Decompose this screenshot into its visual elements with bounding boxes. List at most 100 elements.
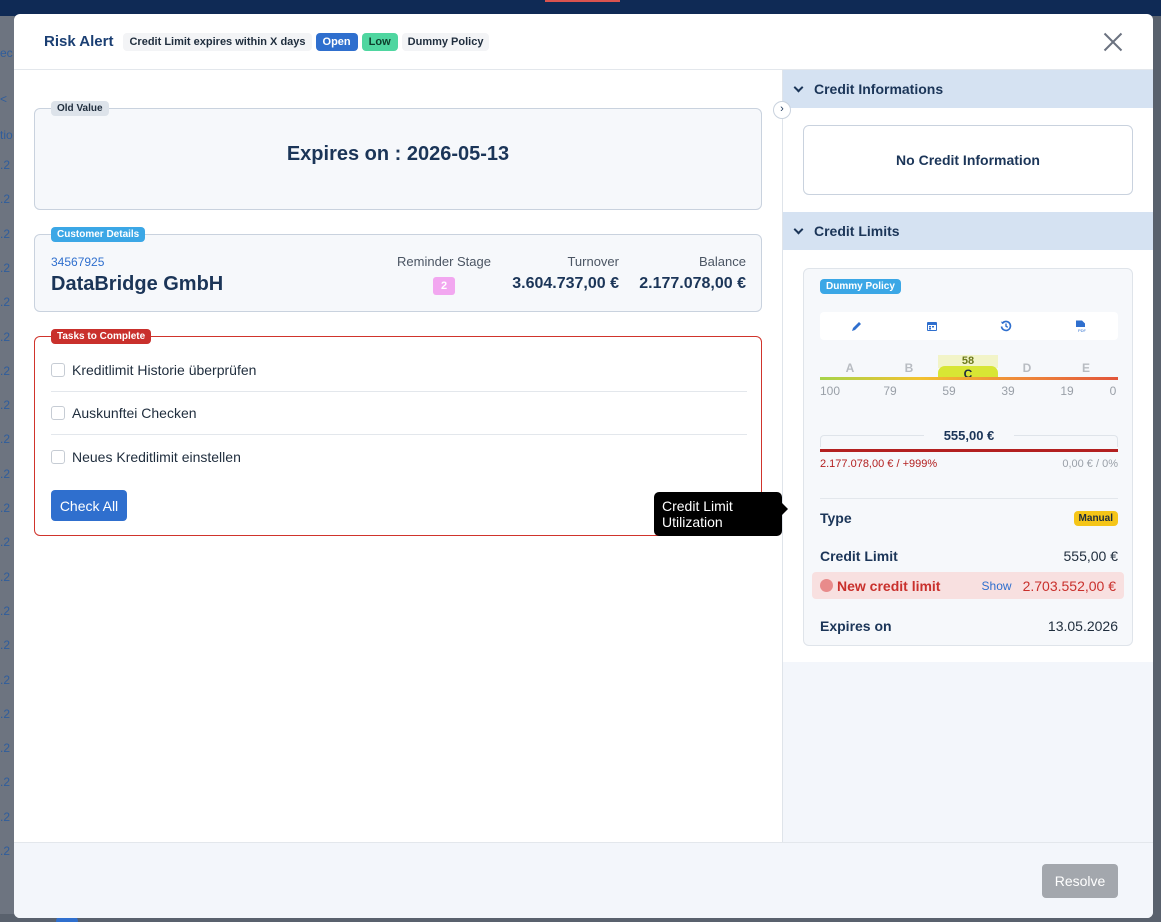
chevron-right-icon[interactable]: › <box>773 101 791 119</box>
credit-limit-details: Type Manual Credit Limit 555,00 € New cr… <box>812 498 1124 634</box>
show-new-limit-link[interactable]: Show <box>982 579 1012 593</box>
background-cell-fragment: .2 <box>0 672 11 687</box>
task-label: Kreditlimit Historie überprüfen <box>72 362 257 378</box>
type-label: Type <box>820 510 852 526</box>
utilization-bar <box>820 449 1118 452</box>
chevron-down-icon <box>793 224 804 234</box>
close-icon[interactable] <box>1101 30 1125 54</box>
background-cell-fragment: ec <box>0 46 13 60</box>
severity-badge: Low <box>361 32 398 51</box>
tasks-panel: Tasks to Complete Kreditlimit Historie ü… <box>34 329 762 536</box>
modal-title: Risk Alert <box>44 33 114 50</box>
utilization-tooltip: Credit Limit Utilization <box>654 492 788 536</box>
policy-chip: Dummy Policy <box>820 279 901 294</box>
old-value-expires: Expires on : 2026-05-13 <box>286 143 510 165</box>
background-cell-fragment: .2 <box>0 501 11 515</box>
old-value-panel: Old Value Expires on : 2026-05-13 <box>34 101 762 210</box>
credit-limit-card: Dummy Policy PDF 58 C A B D E 100 79 59 … <box>803 268 1133 646</box>
modal-header: Risk Alert Credit Limit expires within X… <box>14 14 1153 70</box>
background-cell-fragment: .2 <box>0 158 11 172</box>
customer-details-legend: Customer Details <box>51 227 146 242</box>
turnover-value: 3.604.737,00 € <box>512 275 619 292</box>
credit-limit-toolbar: PDF <box>820 312 1118 340</box>
scale-tick: 0 <box>1109 384 1117 398</box>
utilization-used: 2.177.078,00 € / +999% <box>820 458 938 470</box>
credit-informations-body: No Credit Information <box>783 108 1153 212</box>
task-checkbox[interactable] <box>51 406 65 420</box>
task-row[interactable]: Neues Kreditlimit einstellen <box>51 435 747 478</box>
utilization-amount: 555,00 € <box>924 428 1014 443</box>
task-row[interactable]: Auskunftei Checken <box>51 392 747 435</box>
new-limit-value: 2.703.552,00 € <box>1022 577 1116 594</box>
task-checkbox[interactable] <box>51 449 65 464</box>
credit-informations-header[interactable]: Credit Informations <box>783 70 1153 108</box>
background-cell-fragment: .2 <box>0 295 11 310</box>
background-cell-fragment: .2 <box>0 809 11 824</box>
reminder-stage-label: Reminder Stage <box>397 254 491 269</box>
alert-type-chip: Credit Limit expires within X days <box>123 32 312 51</box>
background-cell-fragment: .2 <box>0 329 11 344</box>
credit-limits-body: Dummy Policy PDF 58 C A B D E 100 79 59 … <box>783 250 1153 662</box>
utilization-area[interactable]: 555,00 € 2.177.078,00 € / +999% 0,00 € /… <box>820 427 1118 477</box>
scale-tick: 59 <box>942 384 956 398</box>
modal-footer: Resolve <box>14 842 1153 918</box>
background-cell-fragment: .2 <box>0 192 11 207</box>
pdf-icon[interactable]: PDF <box>1074 319 1088 333</box>
grade-letter: A <box>845 361 855 375</box>
credit-limit-label: Credit Limit <box>820 548 898 564</box>
customer-details-panel: Customer Details 34567925 DataBridge Gmb… <box>34 227 762 312</box>
type-badge: Manual <box>1073 510 1118 526</box>
grade-letter: E <box>1081 361 1090 375</box>
current-score: 58 <box>961 355 975 367</box>
background-table-column: ec < tio .2 .2 .2 .2 .2 .2 .2 .2 .2 .2 .2 .2 .2 .2 .2 .2 .2… <box>0 16 14 922</box>
grade-letter: D <box>1022 361 1032 375</box>
turnover-label: Turnover <box>567 254 619 269</box>
background-cell-fragment: .2 <box>0 844 11 858</box>
scale-tick: 39 <box>1001 384 1015 398</box>
background-cell-fragment: .2 <box>0 741 11 756</box>
background-cell-fragment: .2 <box>0 706 11 721</box>
credit-limit-value: 555,00 € <box>1063 548 1119 564</box>
topbar-accent <box>545 0 620 2</box>
warning-dot-icon <box>820 579 833 592</box>
background-cell-fragment: .2 <box>0 775 11 790</box>
new-credit-limit-row: New credit limit Show 2.703.552,00 € <box>812 572 1124 599</box>
credit-informations-title: Credit Informations <box>814 81 944 97</box>
balance-label: Balance <box>699 254 746 269</box>
background-cell-fragment: < <box>0 92 8 106</box>
rating-gradient-line <box>820 377 1118 380</box>
customer-name: DataBridge GmbH <box>51 273 224 295</box>
policy-chip: Dummy Policy <box>401 32 490 51</box>
background-cell-fragment: .2 <box>0 226 11 241</box>
reminder-stage-badge: 2 <box>433 277 455 295</box>
new-limit-label: New credit limit <box>837 577 941 594</box>
scale-tick: 19 <box>1060 384 1074 398</box>
task-label: Auskunftei Checken <box>72 405 197 421</box>
balance-value: 2.177.078,00 € <box>639 275 746 292</box>
task-checkbox[interactable] <box>51 363 65 377</box>
customer-id-link[interactable]: 34567925 <box>51 255 104 269</box>
risk-alert-modal: Risk Alert Credit Limit expires within X… <box>14 14 1153 918</box>
scale-tick: 100 <box>819 384 841 398</box>
credit-limits-header[interactable]: Credit Limits <box>783 212 1153 250</box>
history-icon[interactable] <box>999 319 1013 333</box>
background-cell-fragment: .2 <box>0 363 11 378</box>
background-cell-fragment: .2 <box>0 466 11 481</box>
resolve-button[interactable]: Resolve <box>1042 864 1118 898</box>
task-row[interactable]: Kreditlimit Historie überprüfen <box>51 349 747 392</box>
expires-row: Expires on 13.05.2026 <box>820 613 1118 639</box>
background-cell-fragment: .2 <box>0 569 11 584</box>
background-cell-fragment: .2 <box>0 398 11 413</box>
grade-letter: B <box>904 361 914 375</box>
calendar-icon[interactable] <box>925 319 939 333</box>
credit-limit-row: Credit Limit 555,00 € <box>820 543 1118 569</box>
expires-value: 13.05.2026 <box>1047 618 1118 634</box>
expires-label: Expires on <box>820 618 892 634</box>
check-all-button[interactable]: Check All <box>51 490 127 521</box>
alert-detail-pane: Old Value Expires on : 2026-05-13 Custom… <box>14 70 788 842</box>
type-row: Type Manual <box>820 505 1118 531</box>
rating-scale: 58 C A B D E 100 79 59 39 19 0 <box>820 351 1118 401</box>
pencil-icon[interactable] <box>850 319 864 333</box>
background-cell-fragment: tio <box>0 128 13 142</box>
old-value-legend: Old Value <box>51 101 109 116</box>
